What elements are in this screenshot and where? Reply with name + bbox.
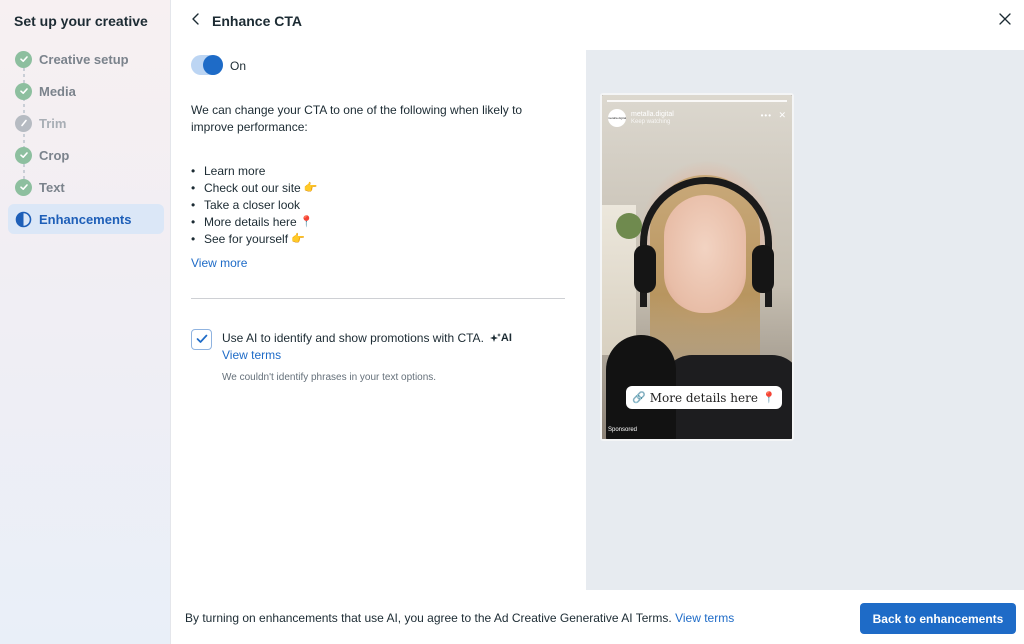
back-button[interactable] <box>187 12 205 30</box>
list-item: • See for yourself 👉 <box>191 232 305 246</box>
close-button[interactable] <box>996 12 1014 30</box>
more-icon: ••• <box>760 111 772 120</box>
panel-title: Enhance CTA <box>212 13 302 29</box>
pin-icon: 📍 <box>761 391 776 404</box>
check-circle-icon <box>15 178 32 196</box>
toggle-knob <box>203 55 223 75</box>
slash-circle-icon <box>15 114 32 132</box>
step-media[interactable]: Media <box>8 76 164 106</box>
step-enhancements[interactable]: Enhancements <box>8 204 164 234</box>
enhance-cta-toggle[interactable] <box>191 55 223 75</box>
cta-options-list: • Learn more • Check out our site 👉 • Take a… <box>191 163 317 248</box>
view-terms-link[interactable]: View terms <box>222 348 281 362</box>
step-label: Media <box>39 83 76 99</box>
list-item: • Learn more <box>191 164 266 178</box>
step-label: Trim <box>39 115 67 131</box>
toggle-label: On <box>230 59 247 73</box>
step-label: Crop <box>39 147 70 163</box>
pointing-hand-icon: 👉 <box>303 182 318 194</box>
story-progress-bar <box>607 100 787 102</box>
step-text[interactable]: Text <box>8 172 164 202</box>
cta-sticker: 🔗 More details here 📍 <box>626 386 782 409</box>
story-header: metalla.digital metalla.digital Keep wat… <box>608 109 674 127</box>
close-icon: ✕ <box>778 110 786 120</box>
step-creative-setup[interactable]: Creative setup <box>8 44 164 74</box>
sidebar: Set up your creative Creative setup Medi… <box>0 0 171 644</box>
check-circle-icon <box>15 50 32 68</box>
step-trim: Trim <box>8 108 164 138</box>
ai-promotions-checkbox[interactable] <box>191 329 212 350</box>
checkmark-icon <box>196 331 208 349</box>
ai-terms-footer: By turning on enhancements that use AI, … <box>185 611 735 625</box>
ad-preview-pane: metalla.digital metalla.digital Keep wat… <box>586 50 1024 590</box>
sidebar-title: Set up your creative <box>14 13 148 29</box>
step-label: Enhancements <box>39 211 132 227</box>
step-label: Creative setup <box>39 51 129 67</box>
half-circle-icon <box>15 211 32 228</box>
story-preview: metalla.digital metalla.digital Keep wat… <box>600 93 794 441</box>
step-label: Text <box>39 179 65 195</box>
link-icon: 🔗 <box>632 391 646 404</box>
view-more-link[interactable]: View more <box>191 256 247 270</box>
list-item: • Check out our site 👉 <box>191 181 318 195</box>
account-name: metalla.digital <box>631 110 674 118</box>
list-item: • More details here 📍 <box>191 215 314 229</box>
check-circle-icon <box>15 82 32 100</box>
step-crop[interactable]: Crop <box>8 140 164 170</box>
list-item: • Take a closer look <box>191 198 301 212</box>
pin-icon: 📍 <box>299 216 314 228</box>
sponsored-label: Sponsored <box>608 427 638 433</box>
footer-view-terms-link[interactable]: View terms <box>675 611 734 625</box>
avatar: metalla.digital <box>608 109 626 127</box>
divider <box>191 298 565 299</box>
account-subtitle: Keep watching <box>631 118 671 125</box>
back-to-enhancements-button[interactable]: Back to enhancements <box>860 603 1016 634</box>
chevron-left-icon <box>191 12 201 30</box>
cta-description: We can change your CTA to one of the fol… <box>191 103 523 134</box>
pointing-hand-icon: 👉 <box>291 233 305 245</box>
close-icon <box>999 12 1011 30</box>
enhance-cta-panel: Enhance CTA On We can change your CTA to… <box>171 0 1024 644</box>
check-circle-icon <box>15 146 32 164</box>
ai-badge: AI <box>489 332 512 344</box>
ai-note: We couldn't identify phrases in your tex… <box>222 372 437 383</box>
ai-promotions-label: Use AI to identify and show promotions w… <box>222 331 512 345</box>
sparkle-icon <box>489 333 501 342</box>
